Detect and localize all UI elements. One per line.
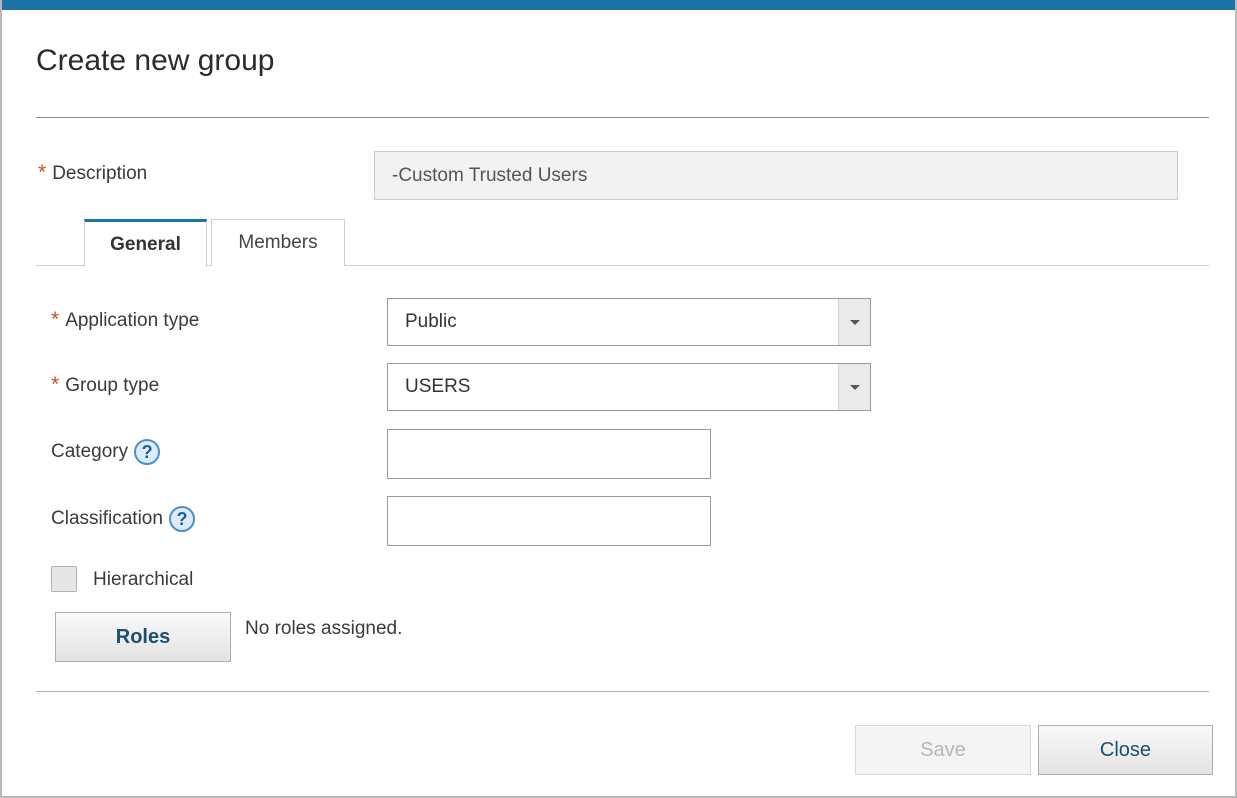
category-label-row: Category ?	[51, 439, 161, 465]
description-field[interactable]: -Custom Trusted Users	[374, 151, 1178, 200]
hierarchical-label-row: Hierarchical	[93, 569, 193, 591]
roles-button-label: Roles	[115, 625, 171, 648]
dialog-accent-bar	[2, 0, 1235, 10]
roles-button[interactable]: Roles	[55, 612, 231, 662]
close-button[interactable]: Close	[1038, 725, 1213, 775]
tab-members-label: Members	[238, 232, 318, 253]
help-icon[interactable]: ?	[134, 439, 161, 465]
application-type-value: Public	[405, 311, 457, 332]
required-marker: *	[51, 373, 60, 396]
header-divider	[36, 117, 1209, 118]
required-marker: *	[38, 161, 47, 184]
required-marker: *	[51, 308, 60, 331]
tab-general-label: General	[110, 233, 181, 255]
description-label: Description	[52, 163, 148, 184]
tab-members[interactable]: Members	[211, 219, 345, 266]
hierarchical-checkbox[interactable]	[51, 566, 77, 592]
chevron-down-icon	[849, 384, 860, 390]
application-type-label-row: * Application type	[51, 308, 200, 333]
footer-divider	[36, 691, 1209, 692]
classification-label: Classification	[51, 508, 163, 529]
save-button[interactable]: Save	[855, 725, 1031, 775]
classification-label-row: Classification ?	[51, 506, 195, 532]
category-label: Category	[51, 441, 129, 462]
group-type-value: USERS	[405, 376, 471, 397]
application-type-label: Application type	[65, 310, 200, 331]
roles-status: No roles assigned.	[245, 618, 403, 639]
save-button-label: Save	[920, 738, 966, 761]
description-label-row: * Description	[38, 161, 148, 186]
category-input[interactable]	[387, 429, 711, 479]
group-type-label: Group type	[65, 375, 160, 396]
group-type-select[interactable]: USERS	[387, 363, 871, 411]
create-group-dialog: Create new group * Description -Custom T…	[0, 0, 1237, 798]
dialog-title: Create new group	[36, 44, 275, 77]
classification-input[interactable]	[387, 496, 711, 546]
group-type-dropdown-button[interactable]	[838, 364, 870, 410]
help-icon[interactable]: ?	[168, 506, 195, 532]
group-type-label-row: * Group type	[51, 373, 160, 398]
chevron-down-icon	[849, 319, 860, 325]
application-type-select[interactable]: Public	[387, 298, 871, 346]
close-button-label: Close	[1099, 738, 1152, 761]
application-type-dropdown-button[interactable]	[838, 299, 870, 345]
tab-general[interactable]: General	[84, 219, 207, 267]
description-value: -Custom Trusted Users	[392, 164, 588, 186]
hierarchical-label: Hierarchical	[93, 569, 194, 590]
